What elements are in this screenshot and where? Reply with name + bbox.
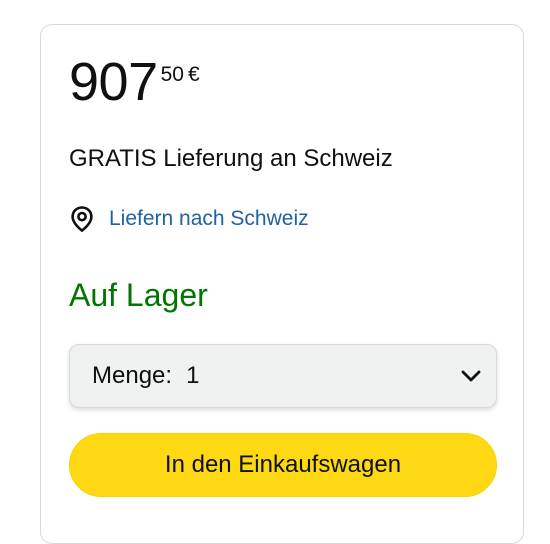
buy-box: 907 50 € GRATIS Lieferung an Schweiz Lie… xyxy=(40,24,524,544)
delivery-location[interactable]: Liefern nach Schweiz xyxy=(69,205,309,233)
price-currency: € xyxy=(187,63,200,86)
price-fraction: 50 xyxy=(160,63,184,86)
add-to-cart-button[interactable]: In den Einkaufswagen xyxy=(69,433,497,497)
delivery-message: GRATIS Lieferung an Schweiz xyxy=(69,145,393,172)
quantity-label: Menge: xyxy=(92,362,173,389)
quantity-value: 1 xyxy=(186,362,200,389)
delivery-location-link[interactable]: Liefern nach Schweiz xyxy=(109,207,309,231)
add-to-cart-label: In den Einkaufswagen xyxy=(164,451,402,478)
price-whole: 907 xyxy=(69,52,158,112)
chevron-down-icon xyxy=(460,362,482,390)
quantity-select[interactable]: Menge: 1 xyxy=(69,344,497,408)
availability-status: Auf Lager xyxy=(69,277,208,313)
price: 907 50 € xyxy=(69,55,200,109)
location-pin-icon xyxy=(69,205,95,233)
